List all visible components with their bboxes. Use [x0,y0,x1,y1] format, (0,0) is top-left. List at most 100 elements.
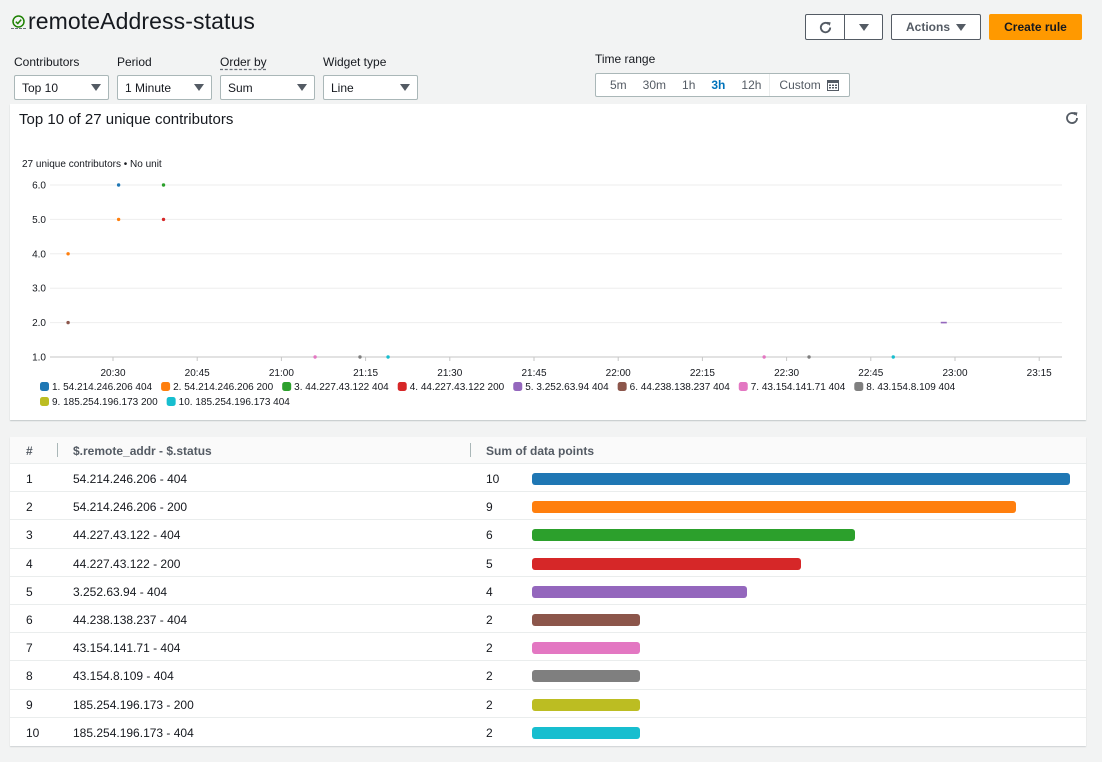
data-point[interactable] [807,355,811,359]
x-tick-label: 22:45 [858,368,883,379]
period-label: Period [117,55,152,69]
time-range-label: Time range [595,52,656,66]
data-point[interactable] [66,252,70,256]
row-sum-bar [532,642,640,655]
x-tick-label: 20:30 [100,368,125,379]
table-body: 1 54.214.246.206 - 404 10 2 54.214.246.206 -… [10,464,1086,746]
contributor-insights-page: remoteAddress-status Actions Create rule… [0,0,1102,762]
legend-label: 2. 54.214.246.206 200 [173,382,274,393]
filters-bar: Contributors Top 10 Period 1 Minute Orde… [14,55,418,100]
order-by-select[interactable]: Sum [220,75,315,100]
line-chart: 27 unique contributors • No unit 1.0 2.0 3… [22,159,1062,408]
chart-panel: Top 10 of 27 unique contributors 27 uniq… [10,104,1086,420]
caret-down-icon [194,84,204,91]
legend-swatch-icon [738,382,748,391]
data-point[interactable] [161,183,166,187]
row-sum: 2 [486,725,493,740]
time-range-3h[interactable]: 3h [703,74,733,96]
row-rank: 7 [26,641,33,656]
time-range-1h[interactable]: 1h [674,74,703,96]
chart-points [66,183,947,359]
data-point[interactable] [116,217,121,222]
legend-label: 1. 54.214.246.206 404 [52,382,153,393]
refresh-button[interactable] [806,15,844,39]
caret-down-icon [400,84,410,91]
legend-item[interactable]: 3. 44.227.43.122 404 [282,382,389,393]
custom-label: Custom [779,78,821,92]
legend-item[interactable]: 9. 185.254.196.173 200 [40,397,158,408]
data-point[interactable] [386,355,390,359]
widget-type-select[interactable]: Line [323,75,418,100]
caret-down-icon [858,23,869,31]
legend-item[interactable]: 4. 44.227.43.122 200 [397,382,505,393]
time-range-12h[interactable]: 12h [733,74,769,96]
legend-label: 9. 185.254.196.173 200 [52,397,158,408]
data-point[interactable] [116,183,121,187]
legend-swatch-icon [513,382,523,391]
row-rank: 2 [26,500,33,515]
actions-dropdown-button[interactable]: Actions [891,14,981,40]
data-point[interactable] [891,355,895,359]
period-select[interactable]: 1 Minute [117,75,212,100]
order-by-filter: Order by Sum [220,55,315,100]
row-contributor: 185.254.196.173 - 404 [73,725,194,740]
time-range-5m[interactable]: 5m [602,74,635,96]
column-header-rank: # [26,444,33,458]
time-range-30m[interactable]: 30m [635,74,674,96]
x-tick-label: 21:15 [353,368,378,379]
legend-item[interactable]: 5. 3.252.63.94 404 [513,382,609,393]
legend-item[interactable]: 6. 44.238.138.237 404 [617,382,731,393]
time-range: Time range 5m 30m 1h 3h 12h Custom [595,52,850,97]
row-rank: 5 [26,584,33,599]
time-range-custom[interactable]: Custom [769,74,848,96]
data-point[interactable] [161,217,166,222]
legend-item[interactable]: 1. 54.214.246.206 404 [40,382,153,393]
refresh-button-group [805,14,883,40]
chart-legend: 1. 54.214.246.206 404 2. 54.214.246.206 2… [40,382,956,408]
row-sum-bar [532,557,801,570]
data-point[interactable] [313,355,317,359]
create-rule-button[interactable]: Create rule [989,14,1082,40]
table-row: 7 43.154.141.71 - 404 2 [10,633,1086,662]
row-sum-bar [532,670,640,683]
y-tick-label: 1.0 [32,353,46,364]
row-contributor: 54.214.246.206 - 404 [73,472,188,486]
table-row: 5 3.252.63.94 - 404 4 [10,577,1086,605]
header-actions: Actions Create rule [805,14,1082,40]
x-tick-label: 22:00 [606,368,631,379]
order-by-label[interactable]: Order by [220,55,315,70]
legend-label: 3. 44.227.43.122 404 [294,382,389,393]
column-resizer[interactable] [57,443,58,457]
legend-item[interactable]: 8. 43.154.8.109 404 [854,382,956,393]
contributors-select[interactable]: Top 10 [14,75,109,100]
data-point[interactable] [358,355,362,359]
widget-type-label: Widget type [323,55,387,69]
column-resizer[interactable] [470,443,471,457]
row-contributor: 44.238.138.237 - 404 [73,612,188,627]
legend-item[interactable]: 7. 43.154.141.71 404 [738,382,846,393]
legend-item[interactable]: 2. 54.214.246.206 200 [161,382,274,393]
data-point[interactable] [66,320,70,325]
row-sum-bar [532,529,855,542]
page-header: remoteAddress-status [11,8,255,35]
row-rank: 3 [26,528,33,543]
table-row: 3 44.227.43.122 - 404 6 [10,520,1086,549]
data-point[interactable] [940,321,947,324]
table-row: 6 44.238.138.237 - 404 2 [10,605,1086,634]
actions-label: Actions [905,20,950,34]
legend-item[interactable]: 10. 185.254.196.173 404 [166,397,291,408]
x-tick-label: 21:30 [437,368,462,379]
order-by-value: Sum [228,80,253,95]
y-tick-label: 4.0 [32,249,46,260]
legend-swatch-icon [161,382,171,391]
x-tick-label: 21:00 [269,368,294,379]
row-sum-bar [532,698,640,711]
data-point[interactable] [762,355,766,359]
row-rank: 1 [26,472,33,486]
refresh-options-dropdown[interactable] [844,15,882,39]
column-header-sum: Sum of data points [486,444,594,458]
legend-label: 6. 44.238.138.237 404 [630,382,731,393]
table-header: # $.remote_addr - $.status Sum of data p… [10,437,1086,464]
column-header-contributor: $.remote_addr - $.status [73,444,212,458]
table-row: 9 185.254.196.173 - 200 2 [10,690,1086,718]
